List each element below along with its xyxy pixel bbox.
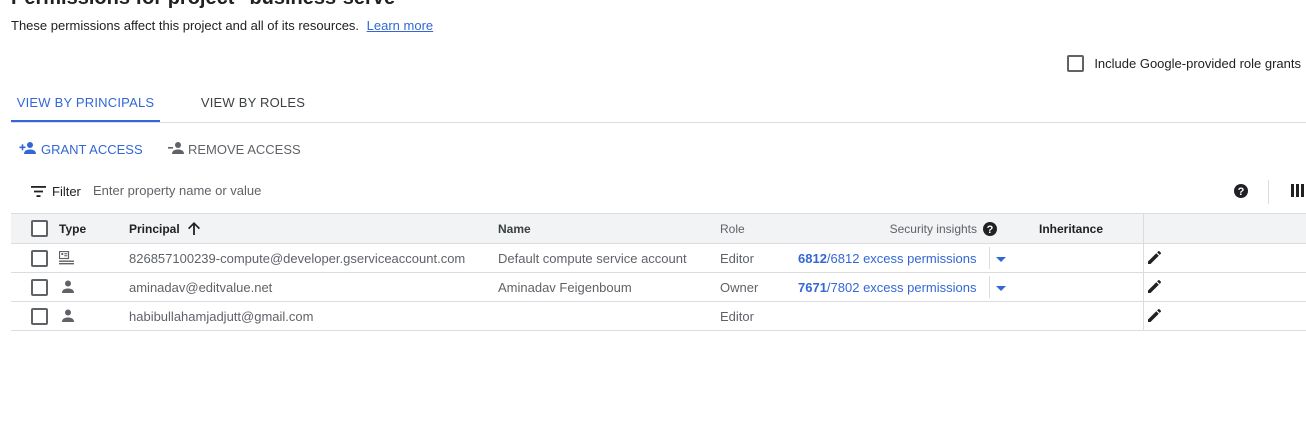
learn-more-link[interactable]: Learn more <box>367 18 433 33</box>
column-divider <box>1143 302 1144 330</box>
pencil-icon <box>1147 278 1163 297</box>
help-icon[interactable]: ? <box>983 221 997 236</box>
person-icon <box>59 302 75 330</box>
column-divider <box>1143 214 1144 243</box>
insight-dropdown-button[interactable] <box>989 276 1011 298</box>
excess-count: 6812 <box>798 250 827 266</box>
dropdown-arrow-icon <box>995 251 1006 266</box>
principal-email: 826857100239-compute@developer.gservicea… <box>129 250 466 266</box>
filter-bar: Filter ? <box>11 178 1306 206</box>
page-subtitle: These permissions affect this project an… <box>11 18 433 33</box>
pencil-icon <box>1147 249 1163 268</box>
principal-email: habibullahamjadjutt@gmail.com <box>129 308 314 324</box>
row-checkbox[interactable] <box>31 307 48 325</box>
remove-access-label: REMOVE ACCESS <box>188 141 301 157</box>
person-icon <box>59 273 75 301</box>
insight-text: /6812 excess permissions <box>826 250 977 266</box>
principals-table: Type Principal Name Role Security insigh… <box>11 213 1306 331</box>
svg-text:?: ? <box>987 223 994 235</box>
edit-principal-button[interactable] <box>1147 244 1163 272</box>
table-row: aminadav@editvalue.net Aminadav Feigenbo… <box>11 273 1306 302</box>
column-header-security-insights[interactable]: Security insights ? <box>11 214 997 243</box>
page-title: Permissions for project "business-serve" <box>11 0 405 10</box>
svg-text:?: ? <box>1238 186 1245 198</box>
principal-role: Owner <box>720 279 759 295</box>
filter-label: Filter <box>52 184 81 199</box>
person-remove-icon <box>168 141 184 158</box>
pencil-icon <box>1147 307 1163 326</box>
excess-count: 7671 <box>798 279 827 295</box>
column-divider <box>1143 244 1144 272</box>
google-roles-label: Include Google-provided role grants <box>1094 56 1301 71</box>
edit-principal-button[interactable] <box>1147 273 1163 301</box>
row-checkbox-cell[interactable] <box>31 302 48 330</box>
row-checkbox[interactable] <box>31 278 48 296</box>
edit-principal-button[interactable] <box>1147 302 1163 330</box>
principal-name: Aminadav Feigenboum <box>498 279 632 295</box>
security-insight-link[interactable]: 7671/7802 excess permissions <box>798 273 977 301</box>
service-account-icon <box>59 244 75 272</box>
grant-access-label: GRANT ACCESS <box>41 141 143 157</box>
grant-access-button[interactable]: GRANT ACCESS <box>19 139 143 159</box>
person-add-icon <box>19 141 37 158</box>
insight-dropdown-button[interactable] <box>989 247 1011 269</box>
view-tabs: VIEW BY PRINCIPALS VIEW BY ROLES <box>11 86 1306 123</box>
principal-role: Editor <box>720 308 754 324</box>
filter-input[interactable] <box>93 183 793 198</box>
tab-view-by-principals[interactable]: VIEW BY PRINCIPALS <box>11 86 160 122</box>
principal-role: Editor <box>720 250 754 266</box>
principal-email: aminadav@editvalue.net <box>129 279 273 295</box>
column-divider <box>1143 273 1144 301</box>
principal-name: Default compute service account <box>498 250 687 266</box>
remove-access-button[interactable]: REMOVE ACCESS <box>168 139 301 159</box>
row-checkbox-cell[interactable] <box>31 273 48 301</box>
security-insight-link[interactable]: 6812/6812 excess permissions <box>798 244 977 272</box>
column-header-security-insights-label: Security insights <box>889 221 977 236</box>
row-checkbox[interactable] <box>31 249 48 267</box>
google-roles-checkbox[interactable] <box>1067 55 1085 72</box>
column-display-icon[interactable] <box>1291 184 1304 200</box>
insight-text: /7802 excess permissions <box>826 279 977 295</box>
column-header-inheritance[interactable]: Inheritance <box>1039 214 1103 243</box>
help-icon[interactable]: ? <box>1234 184 1248 201</box>
toolbar-divider <box>1268 180 1269 204</box>
filter-icon[interactable] <box>31 185 46 200</box>
table-header: Type Principal Name Role Security insigh… <box>11 213 1306 244</box>
row-checkbox-cell[interactable] <box>31 244 48 272</box>
tab-view-by-roles[interactable]: VIEW BY ROLES <box>185 86 321 122</box>
google-roles-option[interactable]: Include Google-provided role grants <box>1067 55 1301 72</box>
table-row: 826857100239-compute@developer.gservicea… <box>11 244 1306 273</box>
dropdown-arrow-icon <box>995 280 1006 295</box>
subtitle-text: These permissions affect this project an… <box>11 18 360 33</box>
table-row: habibullahamjadjutt@gmail.com Editor <box>11 302 1306 331</box>
